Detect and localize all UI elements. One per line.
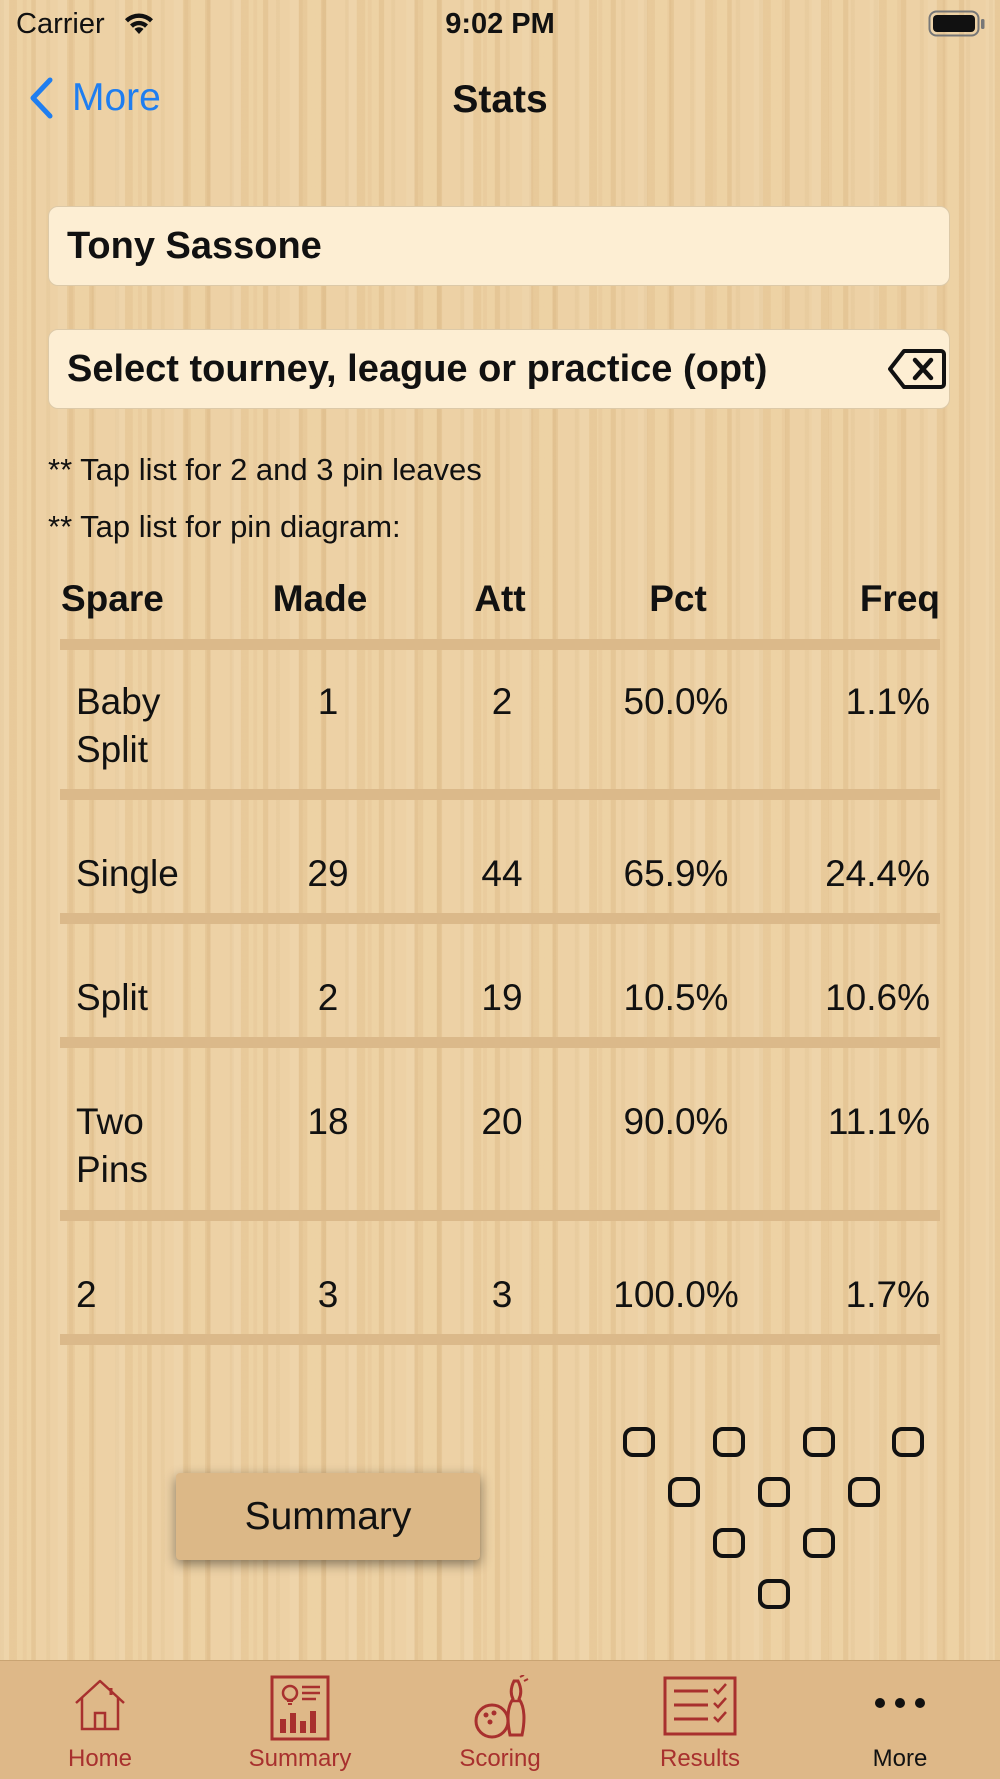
checklist-icon (663, 1676, 737, 1736)
tab-label: More (872, 1745, 928, 1772)
more-dots-icon (875, 1698, 925, 1708)
made-value: 3 (317, 1274, 339, 1315)
pct-value: 90.0% (623, 1101, 729, 1142)
att-value: 2 (491, 681, 513, 722)
column-header-made: Made (272, 578, 368, 619)
made-value: 2 (317, 977, 339, 1018)
tab-label: Results (659, 1745, 741, 1772)
row-divider (60, 789, 940, 800)
pin-1 (758, 1579, 790, 1609)
pin-8 (713, 1427, 745, 1457)
tab-bar: Home Summary Scoring Results More (0, 1660, 1000, 1779)
bowler-name-field[interactable]: Tony Sassone (48, 206, 950, 286)
bowling-ball-pin-icon (474, 1675, 529, 1739)
pct-value: 10.5% (623, 977, 729, 1018)
spare-type: 2 (76, 1274, 97, 1315)
tab-label: Summary (248, 1745, 352, 1772)
spare-type: Two Pins (76, 1101, 148, 1190)
column-header-att: Att (474, 578, 526, 619)
row-divider (60, 1037, 940, 1048)
pin-2 (713, 1528, 745, 1558)
clear-delete-icon[interactable] (888, 348, 946, 390)
summary-button[interactable]: Summary (176, 1473, 480, 1560)
table-row[interactable]: Two Pins 18 20 90.0% 11.1% (0, 1098, 1000, 1208)
att-value: 19 (481, 977, 523, 1018)
pin-4 (668, 1477, 700, 1507)
table-row[interactable]: Split 2 19 10.5% 10.6% (0, 974, 1000, 1034)
column-header-spare: Spare (61, 578, 164, 619)
table-row[interactable]: Baby Split 1 2 50.0% 1.1% (0, 678, 1000, 788)
table-row[interactable]: Single 29 44 65.9% 24.4% (0, 850, 1000, 910)
hint-text: ** Tap list for pin diagram: (48, 509, 401, 544)
hint-text: ** Tap list for 2 and 3 pin leaves (48, 452, 482, 487)
bowler-name-value: Tony Sassone (67, 224, 322, 267)
pin-3 (803, 1528, 835, 1558)
spare-type: Baby Split (76, 681, 161, 770)
tab-label: Scoring (459, 1745, 541, 1772)
row-divider (60, 913, 940, 924)
att-value: 3 (491, 1274, 513, 1315)
summary-report-icon (270, 1675, 330, 1741)
made-value: 1 (317, 681, 339, 722)
table-row[interactable]: 2 3 3 100.0% 1.7% (0, 1271, 1000, 1331)
pct-value: 50.0% (623, 681, 729, 722)
made-value: 29 (307, 853, 349, 894)
event-select-field[interactable]: Select tourney, league or practice (opt) (48, 329, 950, 409)
att-value: 44 (481, 853, 523, 894)
event-select-placeholder: Select tourney, league or practice (opt) (67, 347, 768, 390)
freq-value: 24.4% (825, 853, 930, 894)
tab-summary[interactable]: Summary (200, 1661, 400, 1779)
pin-10 (892, 1427, 924, 1457)
freq-value: 11.1% (827, 1101, 930, 1142)
header-divider (60, 639, 940, 650)
pin-6 (848, 1477, 880, 1507)
column-header-freq: Freq (859, 578, 940, 619)
freq-value: 1.7% (845, 1274, 930, 1315)
row-divider (60, 1210, 940, 1221)
home-icon (75, 1679, 125, 1731)
freq-value: 1.1% (845, 681, 930, 722)
clock: 9:02 PM (445, 8, 555, 40)
pin-7 (623, 1427, 655, 1457)
freq-value: 10.6% (825, 977, 930, 1018)
tab-results[interactable]: Results (600, 1661, 800, 1779)
page-title: Stats (452, 78, 548, 121)
tab-label: Home (67, 1745, 133, 1772)
row-divider (60, 1334, 940, 1345)
tab-more[interactable]: More (800, 1661, 1000, 1779)
spare-type: Single (76, 853, 179, 894)
pin-9 (803, 1427, 835, 1457)
pct-value: 65.9% (623, 853, 729, 894)
made-value: 18 (307, 1101, 349, 1142)
spare-type: Split (76, 977, 148, 1018)
battery-icon (928, 10, 985, 37)
tab-home[interactable]: Home (0, 1661, 200, 1779)
column-header-pct: Pct (649, 578, 707, 619)
att-value: 20 (481, 1101, 523, 1142)
tab-scoring[interactable]: Scoring (400, 1661, 600, 1779)
pct-value: 100.0% (613, 1274, 739, 1315)
pin-5 (758, 1477, 790, 1507)
